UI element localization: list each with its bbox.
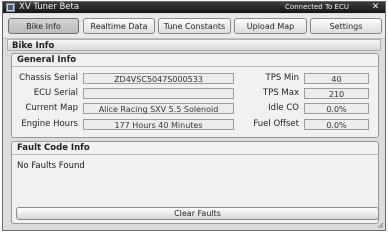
engine-hours-field[interactable]: 177 Hours 40 Minutes xyxy=(83,119,234,130)
fuel-offset-field[interactable]: 0.0% xyxy=(304,119,369,130)
tps-max-label: TPS Max xyxy=(263,88,299,98)
tps-min-field[interactable]: 40 xyxy=(304,73,369,84)
general-info-title: General Info xyxy=(12,54,378,67)
tps-min-label: TPS Min xyxy=(265,73,300,83)
fault-code-title: Fault Code Info xyxy=(12,142,378,155)
general-info-panel: General Info Chassis Serial ZD4VSC5047S0… xyxy=(11,53,379,138)
fuel-offset-label: Fuel Offset xyxy=(253,119,299,129)
window-title: XV Tuner Beta xyxy=(19,2,80,12)
tab-settings[interactable]: Settings xyxy=(310,18,382,34)
ecu-serial-field[interactable] xyxy=(83,88,234,99)
title-bar[interactable]: XV Tuner Beta Connected To ECU ✕ xyxy=(3,2,385,13)
idle-co-field[interactable]: 0.0% xyxy=(304,103,369,114)
tab-realtime-data[interactable]: Realtime Data xyxy=(83,18,155,34)
tps-max-field[interactable]: 210 xyxy=(304,88,369,99)
tab-bike-info[interactable]: Bike Info xyxy=(8,18,79,34)
fault-status-text: No Faults Found xyxy=(17,161,85,171)
clear-faults-button[interactable]: Clear Faults xyxy=(16,207,379,220)
ecu-serial-label: ECU Serial xyxy=(33,88,78,98)
chassis-serial-field[interactable]: ZD4VSC5047S000533 xyxy=(83,73,234,84)
engine-hours-label: Engine Hours xyxy=(21,119,78,129)
current-map-field[interactable]: Alice Racing SXV 5.5 Solenoid xyxy=(83,103,234,114)
current-map-label: Current Map xyxy=(25,103,78,113)
tab-upload-map[interactable]: Upload Map xyxy=(234,18,307,34)
app-window: XV Tuner Beta Connected To ECU ✕ Bike In… xyxy=(2,1,386,231)
resize-grip-icon[interactable] xyxy=(376,221,384,229)
tab-tune-constants[interactable]: Tune Constants xyxy=(158,18,231,34)
chassis-serial-label: Chassis Serial xyxy=(19,73,78,83)
tab-bar: Bike Info Realtime Data Tune Constants U… xyxy=(3,14,385,39)
idle-co-label: Idle CO xyxy=(268,103,299,113)
connection-status: Connected To ECU xyxy=(285,3,349,11)
close-icon[interactable]: ✕ xyxy=(370,3,381,12)
app-logo-icon xyxy=(6,3,15,12)
section-header: Bike Info xyxy=(7,39,381,51)
